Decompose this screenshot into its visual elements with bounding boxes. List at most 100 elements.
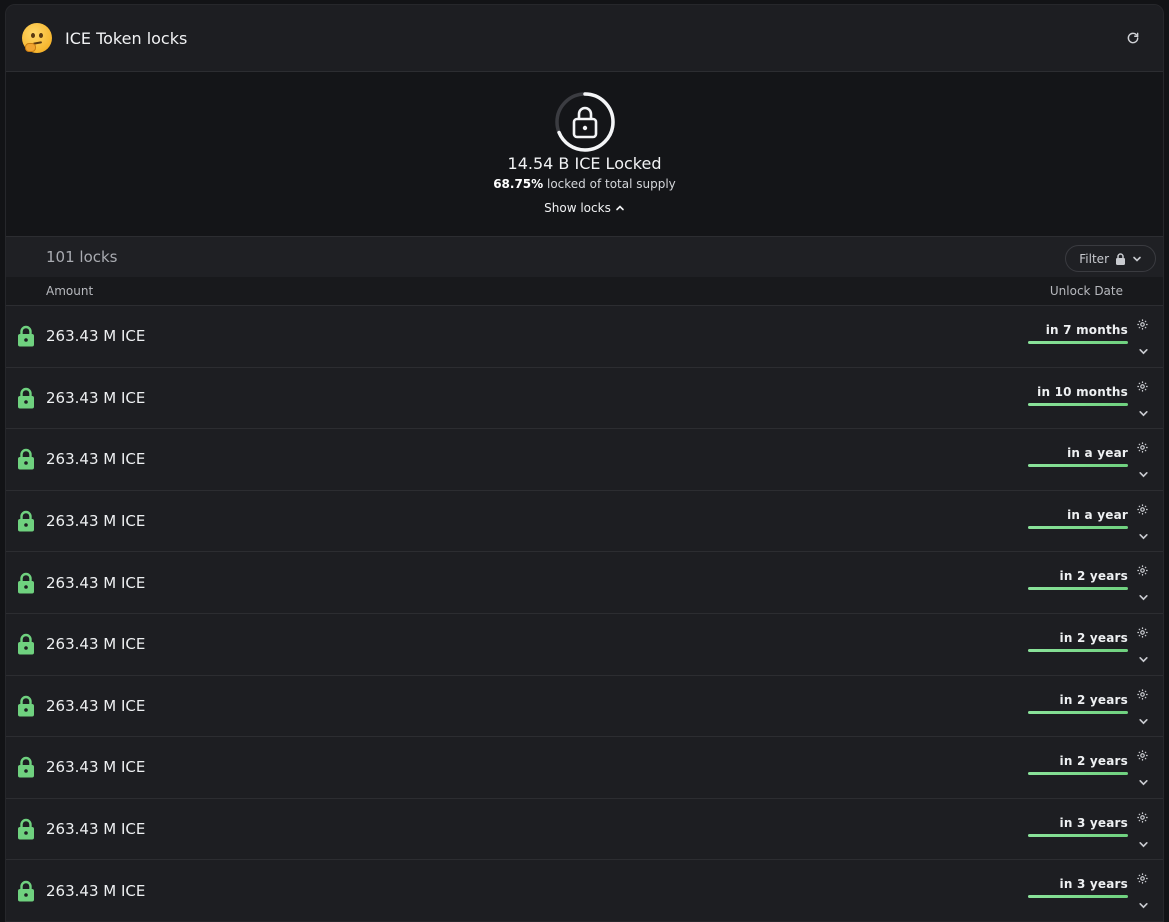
refresh-button[interactable] xyxy=(1119,24,1147,52)
locked-percent: 68.75% locked of total supply xyxy=(493,177,676,191)
table-row[interactable]: 263.43 M ICE in 10 months xyxy=(6,367,1163,430)
locks-list: 263.43 M ICE in 7 months 263.43 M ICE in… xyxy=(6,306,1163,921)
lock-icon xyxy=(18,695,34,717)
gear-icon[interactable] xyxy=(1136,503,1149,520)
gear-icon[interactable] xyxy=(1136,688,1149,705)
lock-amount: 263.43 M ICE xyxy=(46,820,146,839)
gear-icon[interactable] xyxy=(1136,749,1149,766)
thinking-face-icon xyxy=(22,23,52,53)
unlock-progress-bar xyxy=(1028,525,1128,529)
table-row[interactable]: 263.43 M ICE in a year xyxy=(6,490,1163,553)
unlock-date: in a year xyxy=(1067,507,1128,522)
gear-icon[interactable] xyxy=(1136,564,1149,581)
show-locks-toggle[interactable]: Show locks xyxy=(544,201,625,215)
expand-row-button[interactable] xyxy=(1138,835,1149,854)
unlock-date: in 7 months xyxy=(1045,323,1128,337)
chevron-down-icon xyxy=(1139,841,1148,848)
lock-icon xyxy=(18,449,34,470)
chevron-down-icon xyxy=(1139,349,1148,355)
table-row[interactable]: 263.43 M ICE in 2 years xyxy=(6,613,1163,676)
chevron-down-icon xyxy=(1139,780,1148,786)
expand-row-button[interactable] xyxy=(1138,465,1149,484)
gear-icon[interactable] xyxy=(1136,441,1149,458)
locks-toolbar: 101 locks Filter xyxy=(6,237,1163,277)
lock-summary: 14.54 B ICE Locked 68.75% locked of tota… xyxy=(6,72,1163,237)
gear-icon[interactable] xyxy=(1136,811,1149,828)
unlock-date: in 3 years xyxy=(1059,815,1128,830)
lock-amount: 263.43 M ICE xyxy=(46,512,146,531)
unlock-date: in 2 years xyxy=(1059,692,1128,707)
lock-count: 101 locks xyxy=(46,248,118,266)
padlock-icon xyxy=(572,106,597,139)
expand-row-button[interactable] xyxy=(1138,588,1149,607)
chevron-down-icon xyxy=(1139,472,1148,478)
unlock-progress-bar xyxy=(1028,895,1128,899)
unlock-progress-bar xyxy=(1028,648,1128,652)
page-title: ICE Token locks xyxy=(65,28,188,48)
chevron-up-icon xyxy=(616,205,624,211)
expand-row-button[interactable] xyxy=(1138,712,1149,731)
chevron-down-icon xyxy=(1139,410,1148,416)
chevron-down-icon xyxy=(1133,256,1141,262)
lock-amount: 263.43 M ICE xyxy=(46,881,146,900)
expand-row-button[interactable] xyxy=(1138,896,1149,915)
token-locks-card: ICE Token locks 14.54 B ICE Locked 68.75… xyxy=(5,4,1164,922)
expand-row-button[interactable] xyxy=(1138,342,1149,361)
locked-supply-gauge xyxy=(554,91,616,153)
table-row[interactable]: 263.43 M ICE in 7 months xyxy=(6,306,1163,368)
lock-icon xyxy=(18,757,34,778)
unlock-progress-bar xyxy=(1028,587,1128,591)
table-row[interactable]: 263.43 M ICE in 3 years xyxy=(6,798,1163,861)
lock-icon xyxy=(18,634,34,655)
unlock-progress-bar xyxy=(1028,833,1128,837)
unlock-date: in 2 years xyxy=(1059,630,1128,645)
chevron-down-icon xyxy=(1139,718,1148,724)
table-row[interactable]: 263.43 M ICE in 2 years xyxy=(6,737,1163,799)
unlock-date: in 3 years xyxy=(1059,877,1128,892)
lock-icon xyxy=(18,572,34,594)
lock-icon xyxy=(18,387,34,409)
unlock-progress-bar xyxy=(1028,402,1128,406)
refresh-icon xyxy=(1127,32,1139,44)
chevron-down-icon xyxy=(1139,656,1148,663)
lock-icon xyxy=(18,818,34,840)
expand-row-button[interactable] xyxy=(1138,773,1149,792)
lock-amount: 263.43 M ICE xyxy=(46,388,146,407)
lock-amount: 263.43 M ICE xyxy=(46,450,146,469)
table-row[interactable]: 263.43 M ICE in 2 years xyxy=(6,552,1163,614)
gear-icon[interactable] xyxy=(1136,318,1149,335)
lock-amount: 263.43 M ICE xyxy=(46,327,146,346)
table-header: Amount Unlock Date xyxy=(6,277,1163,306)
expand-row-button[interactable] xyxy=(1138,650,1149,669)
lock-icon xyxy=(18,880,34,902)
card-header: ICE Token locks xyxy=(6,5,1163,72)
unlock-progress-bar xyxy=(1028,464,1128,468)
table-row[interactable]: 263.43 M ICE in 3 years xyxy=(6,860,1163,921)
lock-amount: 263.43 M ICE xyxy=(46,758,146,777)
table-row[interactable]: 263.43 M ICE in a year xyxy=(6,429,1163,491)
total-locked: 14.54 B ICE Locked xyxy=(507,154,662,173)
unlock-date: in 10 months xyxy=(1037,384,1128,399)
lock-amount: 263.43 M ICE xyxy=(46,696,146,715)
chevron-down-icon xyxy=(1139,903,1148,909)
chevron-down-icon xyxy=(1139,533,1148,540)
gear-icon[interactable] xyxy=(1136,626,1149,643)
filter-button[interactable]: Filter xyxy=(1065,245,1156,272)
gear-icon[interactable] xyxy=(1136,872,1149,889)
unlock-progress-bar xyxy=(1028,710,1128,714)
unlock-progress-bar xyxy=(1028,341,1128,344)
gear-icon[interactable] xyxy=(1136,380,1149,397)
lock-icon xyxy=(1116,252,1125,265)
unlock-progress-bar xyxy=(1028,772,1128,776)
amount-column-header: Amount xyxy=(46,284,94,298)
unlock-date: in 2 years xyxy=(1059,569,1128,584)
lock-icon xyxy=(18,326,34,347)
expand-row-button[interactable] xyxy=(1138,527,1149,546)
unlock-date: in a year xyxy=(1067,446,1128,461)
lock-amount: 263.43 M ICE xyxy=(46,573,146,592)
expand-row-button[interactable] xyxy=(1138,404,1149,423)
lock-amount: 263.43 M ICE xyxy=(46,635,146,654)
lock-icon xyxy=(18,510,34,532)
table-row[interactable]: 263.43 M ICE in 2 years xyxy=(6,675,1163,738)
unlock-date-column-header: Unlock Date xyxy=(1049,284,1123,298)
